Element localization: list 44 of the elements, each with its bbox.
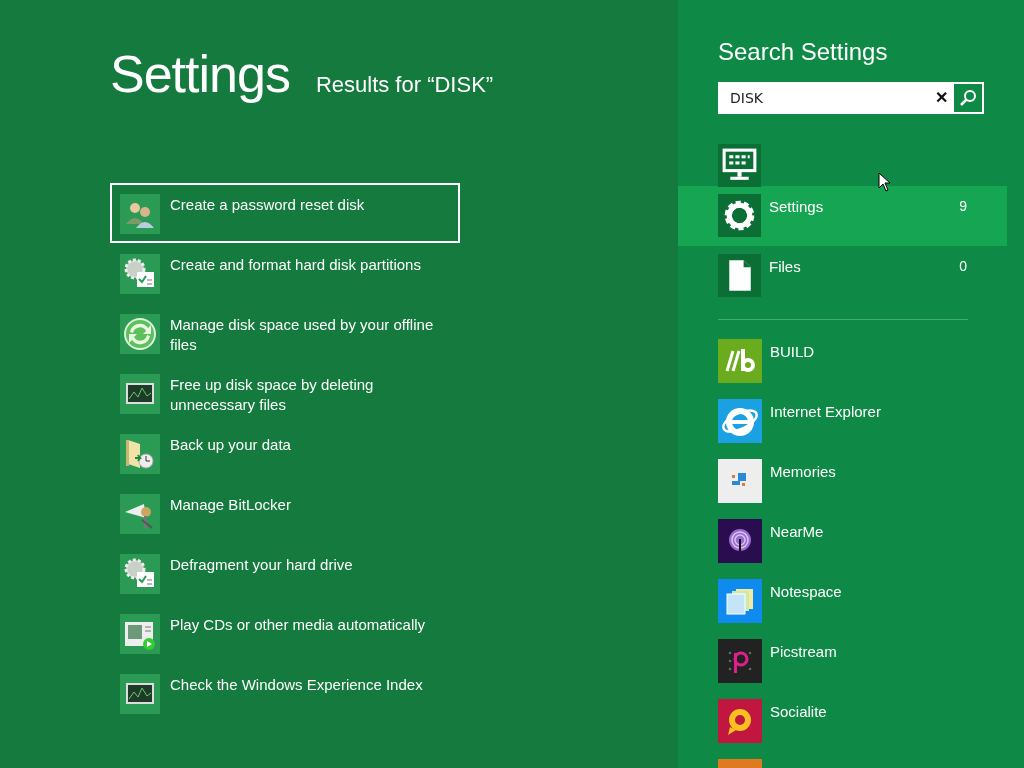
app-name[interactable]: NearMe — [770, 521, 824, 544]
gear-checklist-icon — [120, 254, 160, 294]
app-name[interactable]: Notespace — [770, 581, 842, 604]
document-icon — [718, 254, 761, 297]
gear-checklist-icon — [120, 554, 160, 594]
app-name[interactable]: Socialite — [770, 701, 827, 724]
media-play-icon — [120, 614, 160, 654]
monitor-icon — [120, 674, 160, 714]
app-name[interactable]: Picstream — [770, 641, 837, 664]
result-item[interactable]: Play CDs or other media automatically — [110, 603, 460, 663]
result-item[interactable]: Check the Windows Experience Index — [110, 663, 460, 723]
result-item[interactable]: Defragment your hard drive — [110, 543, 460, 603]
search-icon — [958, 88, 978, 108]
users-icon — [120, 194, 160, 234]
build-logo-icon[interactable] — [718, 339, 762, 383]
app-name[interactable]: Memories — [770, 461, 836, 484]
clear-button[interactable]: ✕ — [929, 86, 954, 110]
category-item[interactable]: Files 0 — [678, 246, 1007, 306]
signal-icon[interactable] — [718, 519, 762, 563]
p-dots-icon[interactable] — [718, 639, 762, 683]
sync-icon — [120, 314, 160, 354]
cursor-icon — [878, 172, 892, 192]
result-item[interactable]: Manage disk space used by your offline files — [110, 303, 460, 363]
results-subtitle: Results for “DISK” — [315, 71, 494, 99]
folder-clock-icon — [120, 434, 160, 474]
notes-stack-icon[interactable] — [718, 579, 762, 623]
settings-icon — [718, 194, 761, 237]
search-button[interactable] — [954, 84, 982, 112]
result-item[interactable]: Free up disk space by deleting unnecessary files — [110, 363, 460, 423]
app-name[interactable]: BUILD — [770, 341, 815, 364]
result-item[interactable]: Create a password reset disk — [110, 183, 460, 243]
pane-title: Search Settings — [718, 37, 889, 67]
browser-e-icon[interactable] — [718, 399, 762, 443]
squares-icon[interactable] — [718, 459, 762, 503]
chat-bubble-icon[interactable] — [718, 699, 762, 743]
search-field[interactable]: DISK ✕ — [718, 82, 984, 114]
result-item[interactable]: Create and format hard disk partitions — [110, 243, 460, 303]
key-icon — [120, 494, 160, 534]
result-item[interactable]: Manage BitLocker — [110, 483, 460, 543]
app-name[interactable]: Internet Explorer — [770, 401, 881, 424]
monitor-icon — [120, 374, 160, 414]
category-item[interactable]: Settings 9 — [678, 186, 1007, 246]
result-item[interactable]: Back up your data — [110, 423, 460, 483]
monitor-keypad-icon — [718, 144, 761, 187]
